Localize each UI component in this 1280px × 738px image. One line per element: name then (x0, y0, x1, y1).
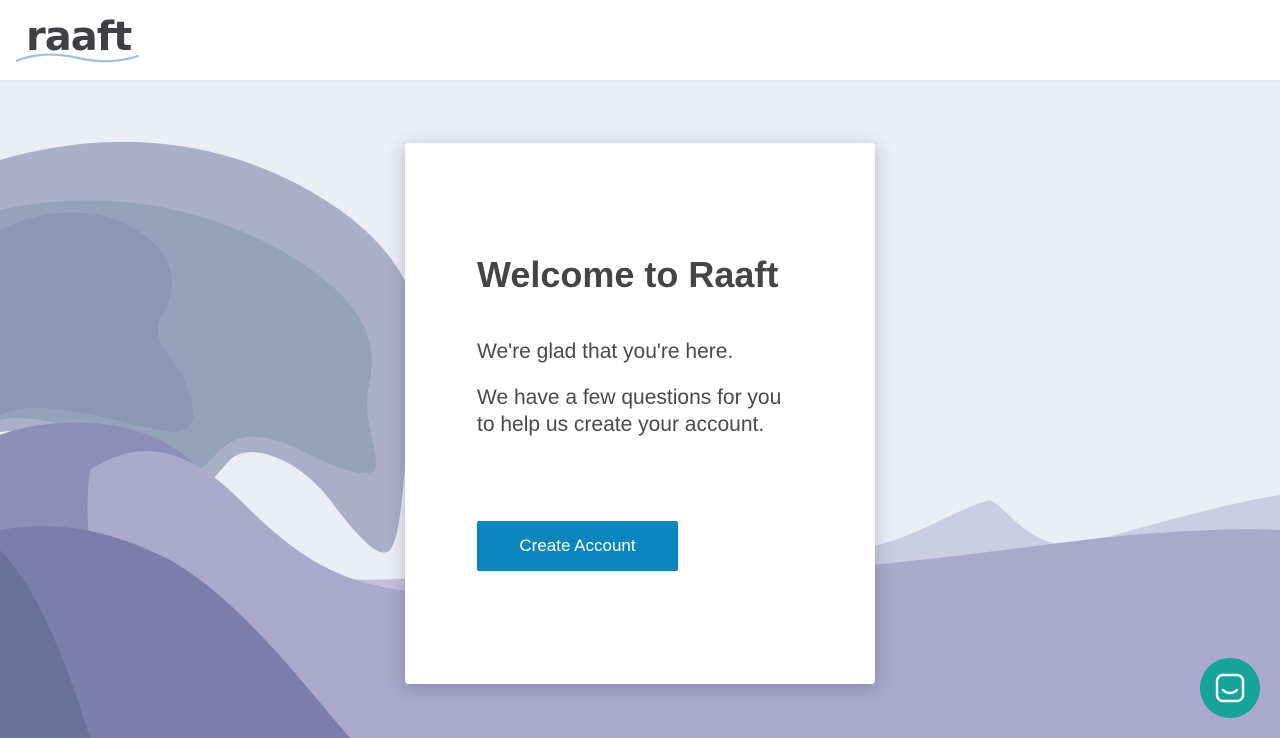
welcome-card: Welcome to Raaft We're glad that you're … (405, 143, 875, 684)
chat-launcher-button[interactable] (1200, 658, 1260, 718)
create-account-button[interactable]: Create Account (477, 521, 678, 571)
top-bar: raaft (0, 0, 1280, 80)
welcome-greeting: We're glad that you're here. (477, 340, 734, 363)
logo-wave-icon (16, 53, 140, 63)
welcome-description: We have a few questions for you to help … (477, 386, 782, 436)
chat-bubble-icon (1215, 673, 1245, 703)
raaft-logo[interactable]: raaft (16, 14, 140, 66)
welcome-title: Welcome to Raaft (477, 254, 779, 295)
